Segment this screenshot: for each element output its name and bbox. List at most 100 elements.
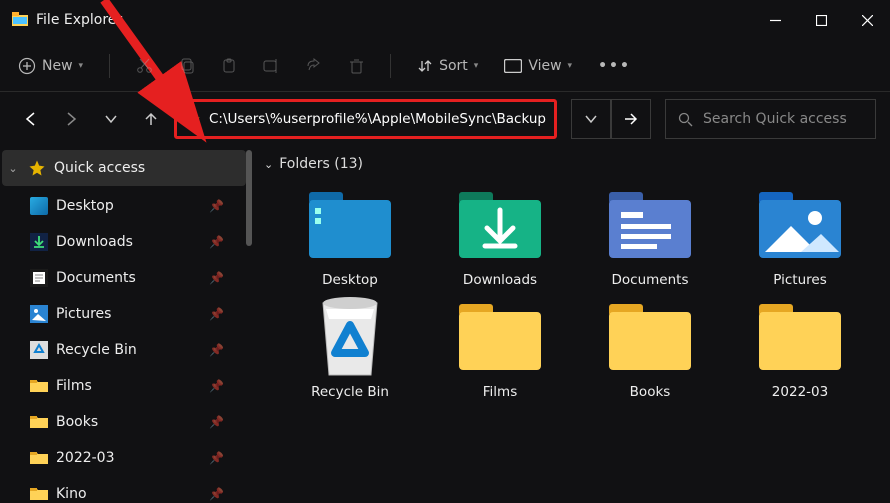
- address-text: C:\Users\%userprofile%\Apple\MobileSync\…: [209, 111, 546, 127]
- paste-button[interactable]: [221, 58, 237, 74]
- copy-button[interactable]: [179, 58, 195, 74]
- sidebar-item-pictures[interactable]: Pictures 📌: [0, 296, 240, 332]
- plus-circle-icon: [18, 57, 36, 75]
- folder-label: Pictures: [773, 272, 826, 288]
- view-label: View: [528, 58, 561, 74]
- chevron-down-icon: ▾: [474, 61, 479, 71]
- folder-recycle-bin[interactable]: Recycle Bin: [290, 298, 410, 400]
- address-bar[interactable]: C:\Users\%userprofile%\Apple\MobileSync\…: [174, 99, 557, 139]
- back-button[interactable]: [14, 102, 48, 136]
- scrollbar[interactable]: [246, 150, 252, 246]
- address-history-button[interactable]: [571, 99, 611, 139]
- sidebar-item-label: Recycle Bin: [56, 342, 137, 358]
- more-button[interactable]: •••: [598, 58, 631, 74]
- folder-label: Books: [630, 384, 671, 400]
- sort-button[interactable]: Sort ▾: [417, 58, 478, 74]
- new-button[interactable]: New ▾: [18, 57, 83, 75]
- folder-icon: [30, 449, 48, 467]
- content-pane: ⌄ Folders (13) Desktop Downloads Documen…: [254, 146, 890, 503]
- titlebar: File Explorer: [0, 0, 890, 40]
- pictures-folder-icon: [755, 186, 845, 262]
- view-button[interactable]: View ▾: [504, 58, 572, 74]
- rename-button[interactable]: [263, 58, 280, 74]
- new-label: New: [42, 58, 73, 74]
- search-box[interactable]: Search Quick access: [665, 99, 876, 139]
- search-placeholder: Search Quick access: [703, 111, 847, 127]
- pin-icon: 📌: [209, 307, 224, 321]
- folders-group-header[interactable]: ⌄ Folders (13): [262, 156, 882, 172]
- star-icon: [28, 159, 46, 177]
- separator: [390, 54, 391, 78]
- sidebar-item-recycle-bin[interactable]: Recycle Bin 📌: [0, 332, 240, 368]
- toolbar: New ▾ Sort ▾ View ▾ •••: [0, 40, 890, 92]
- star-icon: [185, 111, 201, 127]
- close-button[interactable]: [844, 0, 890, 40]
- download-icon: [30, 233, 48, 251]
- sidebar-item-downloads[interactable]: Downloads 📌: [0, 224, 240, 260]
- sidebar-item-label: Pictures: [56, 306, 111, 322]
- folder-icon: [30, 413, 48, 431]
- folder-documents[interactable]: Documents: [590, 186, 710, 288]
- sidebar-item-films[interactable]: Films 📌: [0, 368, 240, 404]
- pin-icon: 📌: [209, 415, 224, 429]
- folder-icon: [755, 298, 845, 374]
- sidebar-item-books[interactable]: Books 📌: [0, 404, 240, 440]
- folder-books[interactable]: Books: [590, 298, 710, 400]
- sidebar-item-desktop[interactable]: Desktop 📌: [0, 188, 240, 224]
- folder-pictures[interactable]: Pictures: [740, 186, 860, 288]
- sidebar-item-2022-03[interactable]: 2022-03 📌: [0, 440, 240, 476]
- sidebar-quick-access[interactable]: ⌄ Quick access: [2, 150, 246, 186]
- search-icon: [678, 112, 693, 127]
- pin-icon: 📌: [209, 451, 224, 465]
- sidebar: ⌄ Quick access Desktop 📌 Downloads 📌 Doc…: [0, 146, 254, 503]
- share-button[interactable]: [306, 58, 323, 74]
- pin-icon: 📌: [209, 343, 224, 357]
- go-button[interactable]: [611, 99, 651, 139]
- window-title: File Explorer: [36, 12, 122, 28]
- folder-downloads[interactable]: Downloads: [440, 186, 560, 288]
- chevron-down-icon: ⌄: [264, 158, 273, 171]
- folders-header-label: Folders (13): [279, 156, 363, 172]
- rename-icon: [263, 58, 280, 74]
- paste-icon: [221, 58, 237, 74]
- pin-icon: 📌: [209, 487, 224, 501]
- folder-films[interactable]: Films: [440, 298, 560, 400]
- folder-icon: [455, 298, 545, 374]
- sidebar-item-kino[interactable]: Kino 📌: [0, 476, 240, 503]
- desktop-folder-icon: [305, 186, 395, 262]
- pictures-icon: [30, 305, 48, 323]
- sidebar-item-label: Documents: [56, 270, 136, 286]
- folder-label: Films: [483, 384, 517, 400]
- delete-button[interactable]: [349, 58, 364, 74]
- desktop-icon: [30, 197, 48, 215]
- folder-desktop[interactable]: Desktop: [290, 186, 410, 288]
- sort-icon: [417, 58, 433, 74]
- nav-row: C:\Users\%userprofile%\Apple\MobileSync\…: [0, 92, 890, 146]
- folder-label: Recycle Bin: [311, 384, 389, 400]
- trash-icon: [349, 58, 364, 74]
- sidebar-header-label: Quick access: [54, 160, 145, 176]
- chevron-down-icon: ▾: [568, 61, 573, 71]
- separator: [109, 54, 110, 78]
- up-button[interactable]: [134, 102, 168, 136]
- cut-button[interactable]: [136, 57, 153, 74]
- sidebar-item-label: Books: [56, 414, 98, 430]
- pin-icon: 📌: [209, 235, 224, 249]
- sidebar-item-documents[interactable]: Documents 📌: [0, 260, 240, 296]
- scissors-icon: [136, 57, 153, 74]
- documents-folder-icon: [605, 186, 695, 262]
- chevron-down-icon: ▾: [79, 61, 84, 71]
- downloads-folder-icon: [455, 186, 545, 262]
- chevron-down-icon: ⌄: [6, 162, 20, 175]
- copy-icon: [179, 58, 195, 74]
- pin-icon: 📌: [209, 199, 224, 213]
- folder-label: Documents: [612, 272, 689, 288]
- ellipsis-icon: •••: [598, 58, 631, 74]
- sidebar-item-label: Downloads: [56, 234, 133, 250]
- forward-button[interactable]: [54, 102, 88, 136]
- folder-2022-03[interactable]: 2022-03: [740, 298, 860, 400]
- minimize-button[interactable]: [752, 0, 798, 40]
- maximize-button[interactable]: [798, 0, 844, 40]
- recent-button[interactable]: [94, 102, 128, 136]
- folder-icon: [30, 377, 48, 395]
